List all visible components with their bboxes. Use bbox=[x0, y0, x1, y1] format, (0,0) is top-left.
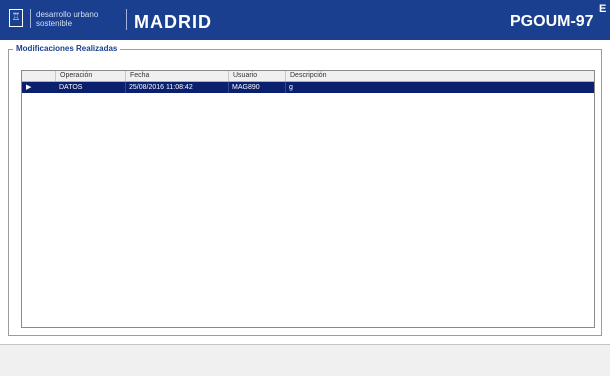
logo-divider bbox=[30, 9, 31, 28]
status-bar bbox=[0, 344, 610, 376]
row-indicator-header bbox=[22, 71, 56, 81]
table-row-selected[interactable]: ▶ DATOS 25/08/2016 11:08:42 MAG890 g bbox=[22, 82, 594, 93]
madrid-crest-icon: ♖ bbox=[9, 9, 23, 27]
group-legend: Modificaciones Realizadas bbox=[13, 44, 121, 54]
column-header-usuario[interactable]: Usuario bbox=[229, 71, 286, 81]
header-divider bbox=[126, 9, 127, 30]
row-indicator-arrow-icon: ▶ bbox=[26, 84, 32, 91]
column-header-operacion[interactable]: Operación bbox=[56, 71, 126, 81]
grid-header: Operación Fecha Usuario Descripción bbox=[22, 71, 594, 82]
org-name-line1: desarrollo urbano bbox=[36, 10, 99, 19]
cell-fecha[interactable]: 25/08/2016 11:08:42 bbox=[126, 82, 229, 93]
org-name-line2: sostenible bbox=[36, 19, 73, 28]
product-title: PGOUM-97 bbox=[510, 13, 594, 30]
cell-descripcion[interactable]: g bbox=[286, 82, 594, 93]
column-header-fecha[interactable]: Fecha bbox=[126, 71, 229, 81]
column-header-descripcion[interactable]: Descripción bbox=[286, 71, 594, 81]
cell-operacion[interactable]: DATOS bbox=[56, 82, 126, 93]
corner-glyph: E bbox=[599, 3, 607, 15]
org-name: desarrollo urbano sostenible bbox=[36, 10, 98, 28]
cell-usuario[interactable]: MAG890 bbox=[229, 82, 286, 93]
city-title: MADRID bbox=[134, 12, 212, 32]
modifications-grid[interactable]: Operación Fecha Usuario Descripción ▶ DA… bbox=[21, 70, 595, 328]
app-header: ♖ desarrollo urbano sostenible MADRID PG… bbox=[0, 0, 610, 40]
